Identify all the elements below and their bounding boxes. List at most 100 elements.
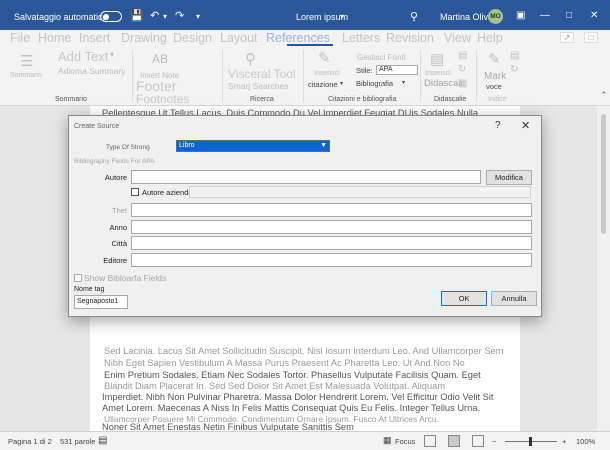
title-dropdown-icon[interactable]: ▾ <box>340 12 344 21</box>
insert-citation-label[interactable]: Inserisci <box>314 70 340 77</box>
table-of-contents-icon[interactable]: ☰ <box>20 52 33 70</box>
zoom-in-icon[interactable]: + <box>562 437 566 446</box>
tab-references[interactable]: References <box>266 31 330 45</box>
document-line: Enim Pretium Sodales. Etiam Nec Sodales … <box>104 370 481 380</box>
citation-button[interactable]: citazione <box>308 80 338 89</box>
redo-icon[interactable]: ↷ <box>175 9 184 22</box>
table-of-figures-icon[interactable]: ▤ <box>458 50 467 61</box>
group-indice: Indice <box>488 96 507 103</box>
zoom-slider-thumb[interactable] <box>529 437 532 446</box>
corporate-author-checkbox[interactable] <box>131 188 139 196</box>
ok-button[interactable]: OK <box>441 291 487 306</box>
focus-button[interactable]: Focus <box>395 437 415 446</box>
page-count[interactable]: Pagina 1 di 2 <box>8 437 52 446</box>
smart-searches-button[interactable]: Smarj Searches <box>228 81 288 91</box>
bibliography-dropdown-icon[interactable]: ▾ <box>402 79 405 86</box>
search-icon[interactable]: ⚲ <box>245 50 256 68</box>
cross-reference-icon[interactable]: ▦ <box>458 78 467 89</box>
group-citazioni: Citazioni e bibliografia <box>328 96 397 103</box>
citation-icon[interactable]: ✎ <box>318 49 331 67</box>
avatar[interactable]: MO <box>488 9 503 24</box>
author-field[interactable] <box>131 170 481 184</box>
autosave-toggle[interactable] <box>100 11 122 22</box>
year-field[interactable] <box>131 220 532 234</box>
title-field[interactable] <box>131 203 532 217</box>
corporate-author-field <box>189 186 531 198</box>
tab-layout[interactable]: Layout <box>220 31 258 45</box>
cancel-button[interactable]: Annulla <box>491 291 537 306</box>
word-count[interactable]: 531 parole <box>60 437 95 446</box>
bibliography-button[interactable]: Bibliografia <box>356 79 393 88</box>
fields-header: Bibliography Fields For APA <box>74 158 155 165</box>
undo-dropdown-icon[interactable]: ▾ <box>163 12 167 21</box>
save-icon[interactable]: 💾 <box>130 9 144 22</box>
update-toc-button[interactable]: Adioma Summary <box>58 66 126 76</box>
mark-entry-icon[interactable]: ✎ <box>488 50 501 68</box>
tab-design[interactable]: Design <box>173 31 212 45</box>
zoom-out-icon[interactable]: − <box>492 437 496 446</box>
zoom-level[interactable]: 100% <box>576 437 595 446</box>
share-icon[interactable]: ↗ <box>560 32 574 43</box>
city-field[interactable] <box>131 236 532 250</box>
scrollbar-thumb[interactable] <box>601 114 606 234</box>
tab-revision[interactable]: Revision <box>386 31 434 45</box>
manage-sources-button[interactable]: Gestisci Fonti <box>357 53 405 62</box>
customize-toolbar-icon[interactable]: ▾ <box>196 12 200 21</box>
search-icon[interactable]: ⚲ <box>410 10 418 23</box>
tab-insert[interactable]: Insert <box>79 31 110 45</box>
insert-footnote-icon[interactable]: AB <box>152 52 168 66</box>
close-icon[interactable]: ✕ <box>590 10 598 21</box>
close-icon[interactable]: ✕ <box>521 119 530 132</box>
ribbon-display-icon[interactable]: ▣ <box>516 10 525 21</box>
add-text-button[interactable]: Add Text <box>58 49 108 64</box>
edit-author-button[interactable]: Modifica <box>486 170 532 185</box>
tab-file[interactable]: File <box>10 31 30 45</box>
read-mode-icon[interactable] <box>424 435 436 447</box>
visual-tool-button[interactable]: Visceral Tool <box>228 67 296 81</box>
ribbon-separator <box>420 50 421 102</box>
tab-letters[interactable]: Letters <box>342 31 380 45</box>
show-all-fields-checkbox[interactable] <box>74 274 82 282</box>
update-index-icon[interactable]: ↻ <box>510 64 518 75</box>
mark-entry-button[interactable]: Mark <box>484 71 506 82</box>
focus-icon[interactable]: ▦ <box>383 435 392 446</box>
source-type-select[interactable]: Libro ▼ <box>176 140 330 152</box>
insert-caption-label[interactable]: Inserisci <box>425 70 451 77</box>
publisher-field[interactable] <box>131 253 532 267</box>
web-layout-icon[interactable] <box>472 435 484 447</box>
vertical-scrollbar[interactable] <box>597 106 610 431</box>
tab-view[interactable]: View <box>444 31 471 45</box>
update-figures-icon[interactable]: ↻ <box>458 64 466 75</box>
caption-button[interactable]: Didascali <box>424 78 463 89</box>
caption-icon[interactable]: ▤ <box>430 50 444 68</box>
author-label: Autore <box>104 173 127 182</box>
insert-index-icon[interactable]: ▤ <box>510 50 519 61</box>
undo-icon[interactable]: ↶ <box>150 9 159 22</box>
tab-help[interactable]: Help <box>477 31 503 45</box>
document-line: Nibh Eget Sapien Vestibulum A Massa Puru… <box>104 358 465 368</box>
group-didascalie: Didascalie <box>434 96 467 103</box>
comments-icon[interactable]: □ <box>584 32 598 43</box>
tag-name-field[interactable]: Segnaposto1 <box>74 295 128 309</box>
document-line: Sed Lacinia. Lacus Sit Amet Sollicitudin… <box>104 346 504 356</box>
add-text-dropdown-icon[interactable]: ▾ <box>110 50 114 59</box>
publisher-label: Editore <box>103 256 127 265</box>
user-name[interactable]: Martina Oliva <box>440 12 493 22</box>
style-select[interactable]: APA <box>376 65 418 75</box>
tab-home[interactable]: Home <box>38 31 71 45</box>
footnotes-label: Footnotes <box>136 92 190 106</box>
sommario-button[interactable]: Sommario <box>10 72 42 79</box>
print-layout-icon[interactable] <box>448 435 460 447</box>
group-ricerca: Ricerca <box>250 96 274 103</box>
group-sommario: Sommario <box>55 96 87 103</box>
status-bar: Pagina 1 di 2 531 parole ▤ ▦ Focus − + 1… <box>0 431 610 450</box>
tab-drawing[interactable]: Drawing <box>121 31 167 45</box>
citation-dropdown-icon[interactable]: ▾ <box>340 80 343 87</box>
collapse-ribbon-icon[interactable]: ⌃ <box>600 90 608 101</box>
proofing-icon[interactable]: ▤ <box>98 435 107 446</box>
maximize-icon[interactable]: □ <box>566 10 572 21</box>
ribbon-separator <box>132 50 133 102</box>
help-icon[interactable]: ? <box>495 120 501 131</box>
source-type-label: Type Of Strong <box>106 144 150 151</box>
minimize-icon[interactable]: — <box>540 10 550 21</box>
